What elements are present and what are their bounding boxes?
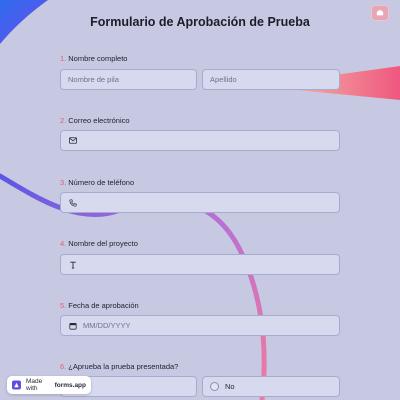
- question-label: 1. Nombre completo: [60, 54, 340, 63]
- radio-option-label: No: [225, 382, 235, 391]
- first-name-field[interactable]: Nombre de pila: [60, 69, 197, 90]
- question-label: 5. Fecha de aprobación: [60, 301, 340, 310]
- project-name-field[interactable]: [60, 254, 340, 275]
- form-page: Formulario de Aprobación de Prueba 1. Nom…: [0, 0, 400, 400]
- email-field[interactable]: [60, 130, 340, 151]
- question-text: ¿Aprueba la prueba presentada?: [68, 362, 179, 371]
- phone-field[interactable]: [60, 192, 340, 213]
- question-phone: 3. Número de teléfono: [60, 178, 340, 187]
- question-text: Fecha de aprobación: [68, 301, 139, 310]
- forms-app-logo-icon: [12, 380, 21, 390]
- question-label: 4. Nombre del proyecto: [60, 239, 340, 248]
- approval-date-field[interactable]: MM/DD/YYYY: [60, 315, 340, 336]
- question-number: 6.: [60, 362, 67, 371]
- question-number: 1.: [60, 54, 67, 63]
- question-number: 5.: [60, 301, 67, 310]
- question-approve: 6. ¿Aprueba la prueba presentada?: [60, 362, 340, 371]
- question-number: 4.: [60, 239, 67, 248]
- question-text: Nombre del proyecto: [68, 239, 138, 248]
- badge-prefix: Made with: [25, 378, 43, 392]
- first-name-placeholder: Nombre de pila: [68, 75, 119, 84]
- question-full-name: 1. Nombre completo: [60, 54, 340, 63]
- radio-option-no[interactable]: No: [202, 376, 340, 397]
- question-email: 2. Correo electrónico: [60, 116, 340, 125]
- question-label: 2. Correo electrónico: [60, 116, 340, 125]
- made-with-badge[interactable]: Made with forms.app: [7, 376, 91, 394]
- question-label: 3. Número de teléfono: [60, 178, 340, 187]
- palette-icon: [376, 10, 384, 16]
- calendar-icon: [68, 321, 78, 331]
- question-text: Nombre completo: [68, 54, 128, 63]
- radio-circle: [210, 382, 219, 391]
- question-project-name: 4. Nombre del proyecto: [60, 239, 340, 248]
- last-name-field[interactable]: Apellido: [202, 69, 340, 90]
- question-number: 2.: [60, 116, 67, 125]
- question-number: 3.: [60, 178, 67, 187]
- question-approval-date: 5. Fecha de aprobación: [60, 301, 340, 310]
- question-label: 6. ¿Aprueba la prueba presentada?: [60, 362, 340, 371]
- approval-date-placeholder: MM/DD/YYYY: [83, 321, 131, 330]
- theme-button[interactable]: [371, 5, 389, 21]
- text-icon: [68, 260, 78, 270]
- envelope-icon: [68, 136, 78, 146]
- last-name-placeholder: Apellido: [210, 75, 237, 84]
- question-text: Correo electrónico: [68, 116, 130, 125]
- badge-brand: forms.app: [54, 381, 86, 389]
- form-title: Formulario de Aprobación de Prueba: [90, 15, 310, 29]
- phone-icon: [68, 198, 78, 208]
- question-text: Número de teléfono: [68, 178, 135, 187]
